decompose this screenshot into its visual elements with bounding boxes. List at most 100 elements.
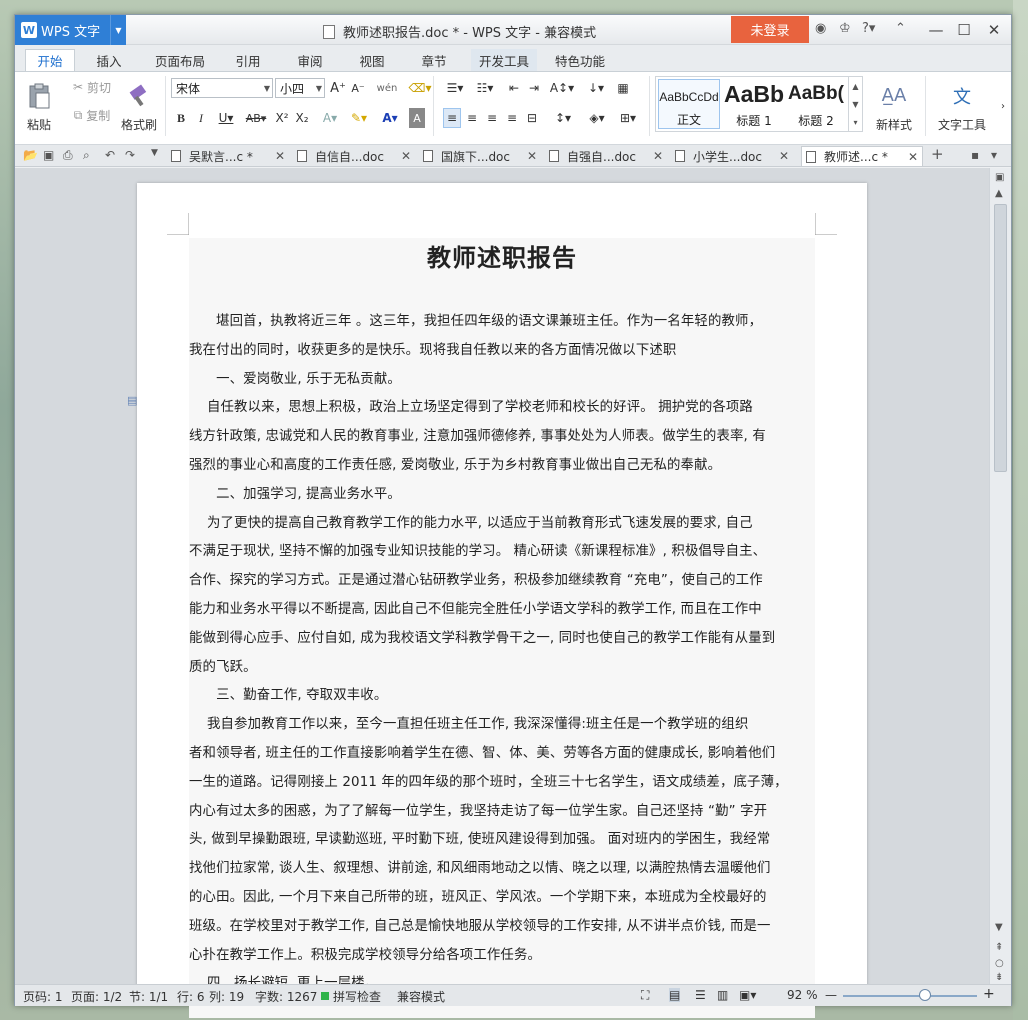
skin-icon[interactable]: ◉ xyxy=(815,21,826,36)
prev-page-icon[interactable]: ⇞ xyxy=(995,942,1003,953)
style-normal[interactable]: AaBbCcDd 正文 xyxy=(658,79,720,129)
close-icon[interactable]: ✕ xyxy=(908,150,918,164)
document-line[interactable]: 二、加强学习, 提高业务水平。 xyxy=(189,482,815,502)
save-icon[interactable]: ▣ xyxy=(43,148,54,162)
document-line[interactable]: 一、爱岗敬业, 乐于无私贡献。 xyxy=(189,367,815,387)
zoom-out-icon[interactable]: — xyxy=(825,988,837,1002)
scrollbar-thumb[interactable] xyxy=(994,204,1007,472)
login-button[interactable]: 未登录 xyxy=(731,16,809,43)
status-word-count[interactable]: 字数: 1267 xyxy=(255,988,317,1005)
ribbon-scroll-right[interactable]: › xyxy=(997,98,1009,114)
page-view-icon[interactable]: ▤ xyxy=(669,988,681,1002)
text-tools-button[interactable]: 文 文字工具 xyxy=(929,76,995,138)
spell-check-toggle[interactable]: 拼写检查 xyxy=(333,988,381,1005)
paste-button[interactable]: 粘贴 xyxy=(21,76,57,138)
format-painter-button[interactable]: 格式刷 xyxy=(119,76,159,138)
numbered-list-icon[interactable]: ☷▾ xyxy=(471,78,499,98)
increase-indent-icon[interactable]: ⇥ xyxy=(525,78,543,98)
font-size-select[interactable]: 小四 ▼ xyxy=(275,78,325,98)
app-menu-button[interactable]: W WPS 文字 ▼ xyxy=(15,15,126,45)
ruler-toggle-icon[interactable]: ▣ xyxy=(995,172,1004,183)
tab-page-layout[interactable]: 页面布局 xyxy=(145,49,215,71)
highlight-icon[interactable]: ✎▾ xyxy=(345,108,373,128)
scroll-up-icon[interactable]: ▲ xyxy=(995,188,1003,199)
tab-list-icon[interactable]: ▪ xyxy=(971,148,979,162)
copy-button[interactable]: ⧉ 复制 xyxy=(67,106,117,124)
document-line[interactable]: 一生的道路。记得刚接上 2011 年的四年级的那个班时，全班三十七名学生，语文成… xyxy=(189,770,815,790)
help-icon[interactable]: ?▾ xyxy=(862,21,875,36)
open-folder-icon[interactable]: 📂 xyxy=(23,148,38,162)
chevron-down-icon[interactable]: ▼ xyxy=(110,15,126,45)
zoom-in-icon[interactable]: + xyxy=(983,986,995,1002)
grow-font-icon[interactable]: A⁺ xyxy=(329,78,347,98)
align-left-button[interactable]: ≡ xyxy=(443,108,461,128)
document-line[interactable]: 堪回首，执教将近三年 。这三年，我担任四年级的语文课兼班主任。作为一名年轻的教师… xyxy=(189,309,815,329)
collapse-ribbon-icon[interactable]: ⌃ xyxy=(895,21,906,36)
line-spacing-icon[interactable]: ↕▾ xyxy=(549,108,577,128)
web-view-icon[interactable]: ▥ xyxy=(717,988,728,1002)
shrink-font-icon[interactable]: A⁻ xyxy=(349,78,367,98)
clear-format-icon[interactable]: ⌫▾ xyxy=(405,78,435,98)
shirt-icon[interactable]: ♔ xyxy=(839,21,851,36)
tab-insert[interactable]: 插入 xyxy=(87,49,131,71)
superscript-button[interactable]: X² xyxy=(273,108,291,128)
vertical-scrollbar[interactable]: ▣ ▲ ▼ ⇞ ○ ⇟ xyxy=(989,168,1011,984)
doc-tab[interactable]: 自信自...doc ✕ xyxy=(297,146,411,166)
sort-icon[interactable]: ↓▾ xyxy=(583,78,609,98)
redo-icon[interactable]: ↷ xyxy=(125,148,135,162)
align-center-button[interactable]: ≡ xyxy=(463,108,481,128)
bullet-list-icon[interactable]: ☰▾ xyxy=(441,78,469,98)
text-direction-icon[interactable]: A↕▾ xyxy=(547,78,577,98)
document-line[interactable]: 三、勤奋工作, 夺取双丰收。 xyxy=(189,683,815,703)
underline-button[interactable]: U▾ xyxy=(213,108,239,128)
char-shading-icon[interactable]: A xyxy=(409,108,425,128)
align-right-button[interactable]: ≡ xyxy=(483,108,501,128)
strikethrough-button[interactable]: AB▾ xyxy=(241,108,271,128)
doc-tab[interactable]: 国旗下...doc ✕ xyxy=(423,146,537,166)
document-line[interactable]: 班级。在学校里对于教学工作, 自己总是愉快地服从学校领导的工作安排, 从不讲半点… xyxy=(189,914,815,934)
document-line[interactable]: 头, 做到早操勤跟班, 早读勤巡班, 平时勤下班, 使班风建设得到加强。 面对班… xyxy=(189,827,815,847)
zoom-slider[interactable] xyxy=(843,995,977,997)
document-line[interactable]: 线方针政策, 忠诚党和人民的教育事业, 注意加强师德修养, 事事处处为人师表。做… xyxy=(189,424,815,444)
tab-home[interactable]: 开始 xyxy=(25,49,75,71)
tab-developer[interactable]: 开发工具 xyxy=(471,49,537,71)
close-icon[interactable]: ✕ xyxy=(779,149,789,163)
scroll-down-icon[interactable]: ▼ xyxy=(995,922,1003,933)
font-color-icon[interactable]: A▾ xyxy=(377,108,403,128)
document-line[interactable]: 者和领导者, 班主任的工作直接影响着学生在德、智、体、美、劳等各方面的健康成长,… xyxy=(189,741,815,761)
style-heading-2[interactable]: AaBb( 标题 2 xyxy=(786,79,846,129)
shading-icon[interactable]: ◈▾ xyxy=(583,108,611,128)
minimize-button[interactable]: — xyxy=(925,19,947,41)
document-page[interactable]: 教师述职报告 堪回首，执教将近三年 。这三年，我担任四年级的语文课兼班主任。作为… xyxy=(137,183,867,1018)
tab-review[interactable]: 审阅 xyxy=(287,49,333,71)
document-line[interactable]: 自任教以来，思想上积极，政治上立场坚定得到了学校老师和校长的好评。 拥护党的各项… xyxy=(189,395,815,415)
document-line[interactable]: 能做到得心应手、应付自如, 成为我校语文学科教学骨干之一, 同时也使自己的教学工… xyxy=(189,626,815,646)
document-body[interactable]: 教师述职报告 堪回首，执教将近三年 。这三年，我担任四年级的语文课兼班主任。作为… xyxy=(189,238,815,1018)
document-line[interactable]: 强烈的事业心和高度的工作责任感, 爱岗敬业, 乐于为乡村教育事业做出自己无私的奉… xyxy=(189,453,815,473)
style-heading-1[interactable]: AaBb 标题 1 xyxy=(724,79,784,129)
document-line[interactable]: 我在付出的同时，收获更多的是快乐。现将我自任教以来的各方面情况做以下述职 xyxy=(189,338,815,358)
bold-button[interactable]: B xyxy=(173,108,189,128)
zoom-level[interactable]: 92 % xyxy=(787,988,818,1002)
cut-button[interactable]: ✂ 剪切 xyxy=(67,78,117,96)
next-page-icon[interactable]: ⇟ xyxy=(995,972,1003,983)
justify-button[interactable]: ≡ xyxy=(503,108,521,128)
font-name-select[interactable]: 宋体 ▼ xyxy=(171,78,273,98)
close-icon[interactable]: ✕ xyxy=(527,149,537,163)
decrease-indent-icon[interactable]: ⇤ xyxy=(505,78,523,98)
style-gallery-scroll[interactable]: ▲ ▼ ▾ xyxy=(848,77,862,131)
tab-features[interactable]: 特色功能 xyxy=(545,49,615,71)
document-line[interactable]: 我自参加教育工作以来，至今一直担任班主任工作, 我深深懂得:班主任是一个教学班的… xyxy=(189,712,815,732)
document-line[interactable]: 不满足于现状, 坚持不懈的加强专业知识技能的学习。 精心研读《新课程标准》, 积… xyxy=(189,539,815,559)
tab-options-icon[interactable]: ▾ xyxy=(991,148,997,162)
new-style-button[interactable]: A̲A 新样式 xyxy=(867,76,921,138)
document-line[interactable]: 能力和业务水平得以不断提高, 因此自己不但能完全胜任小学语文学科的教学工作, 而… xyxy=(189,597,815,617)
document-line[interactable]: 合作、探究的学习方式。正是通过潜心钻研教学业务，积极参加继续教育 “充电”，使自… xyxy=(189,568,815,588)
doc-tab[interactable]: 小学生...doc ✕ xyxy=(675,146,789,166)
close-button[interactable]: ✕ xyxy=(983,19,1005,41)
document-line[interactable]: 心扑在教学工作上。积极完成学校领导分给各项工作任务。 xyxy=(189,943,815,963)
undo-icon[interactable]: ↶ xyxy=(105,148,115,162)
distributed-align-button[interactable]: ⊟ xyxy=(523,108,541,128)
document-line[interactable]: 内心有过太多的困惑，为了了解每一位学生，我坚持走访了每一位学生家。自己还坚持 “… xyxy=(189,799,815,819)
text-effect-icon[interactable]: A▾ xyxy=(319,108,341,128)
